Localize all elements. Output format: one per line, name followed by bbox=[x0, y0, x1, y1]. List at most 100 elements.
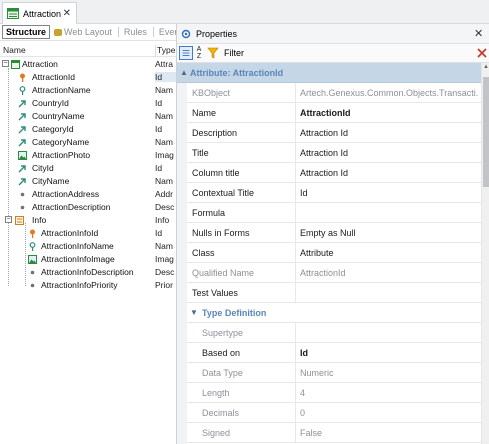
dot-icon bbox=[20, 205, 25, 210]
property-value[interactable]: Attraction Id bbox=[300, 128, 478, 138]
level-icon bbox=[15, 216, 24, 225]
property-row-nulls-in-forms[interactable]: Nulls in Forms Empty as Null bbox=[187, 223, 481, 243]
tree-row-countryname[interactable]: CountryName Nam bbox=[0, 110, 176, 123]
tree-row-attractioninfoimage[interactable]: AttractionInfoImage Imag bbox=[0, 253, 176, 266]
property-key: Supertype bbox=[202, 328, 244, 338]
tree-item-type: Id bbox=[155, 228, 163, 238]
column-divider bbox=[295, 143, 296, 163]
close-icon[interactable]: ✕ bbox=[63, 8, 71, 19]
property-key: Column title bbox=[192, 168, 240, 178]
tree-row-attractionphoto[interactable]: AttractionPhoto Imag bbox=[0, 149, 176, 162]
chevron-down-icon[interactable]: ▼ bbox=[190, 308, 198, 317]
separator bbox=[117, 27, 119, 37]
property-row-signed[interactable]: Signed False bbox=[187, 423, 481, 443]
foreign-key-arrow-icon bbox=[18, 165, 26, 173]
foreign-key-arrow-icon bbox=[18, 126, 26, 134]
property-row-supertype[interactable]: Supertype bbox=[187, 323, 481, 343]
tree-item-name: AttractionAddress bbox=[32, 189, 100, 199]
tree-row-info[interactable]: − Info Info bbox=[0, 214, 176, 227]
property-value[interactable]: Id bbox=[300, 348, 478, 358]
column-divider bbox=[295, 203, 296, 223]
tree-row-attractioninfoname[interactable]: AttractionInfoName Nam bbox=[0, 240, 176, 253]
property-value[interactable]: Id bbox=[300, 188, 478, 198]
property-row-decimals[interactable]: Decimals 0 bbox=[187, 403, 481, 423]
column-header-type[interactable]: Type bbox=[155, 45, 175, 57]
image-icon bbox=[28, 255, 37, 264]
tab-rules[interactable]: Rules bbox=[121, 26, 150, 38]
property-value[interactable]: Empty as Null bbox=[300, 228, 478, 238]
tree-item-type: Nam bbox=[155, 111, 173, 121]
tree-row-categoryid[interactable]: CategoryId Id bbox=[0, 123, 176, 136]
tree-item-name: CategoryId bbox=[32, 124, 74, 134]
property-value[interactable]: Attraction Id bbox=[300, 168, 478, 178]
tree-row-cityname[interactable]: CityName Nam bbox=[0, 175, 176, 188]
tab-structure[interactable]: Structure bbox=[2, 25, 51, 39]
tree-row-countryid[interactable]: CountryId Id bbox=[0, 97, 176, 110]
property-category-header[interactable]: ▲ Attribute: AttractionId bbox=[177, 63, 481, 83]
property-value[interactable]: AttractionId bbox=[300, 108, 478, 118]
property-row-length[interactable]: Length 4 bbox=[187, 383, 481, 403]
dot-icon bbox=[20, 192, 25, 197]
scroll-up-icon[interactable]: ▲ bbox=[483, 64, 489, 70]
filter-icon[interactable] bbox=[207, 47, 219, 59]
tree-row-attractiondescription[interactable]: AttractionDescription Desc bbox=[0, 201, 176, 214]
tree-row-root[interactable]: − Attraction Attra bbox=[0, 58, 176, 71]
column-divider bbox=[295, 223, 296, 243]
tab-label: Attraction bbox=[23, 8, 62, 19]
categorized-icon[interactable] bbox=[179, 46, 193, 60]
property-key: Length bbox=[202, 388, 230, 398]
tree-item-name: CityId bbox=[32, 163, 54, 173]
tree-row-cityid[interactable]: CityId Id bbox=[0, 162, 176, 175]
separator bbox=[152, 27, 154, 37]
tree-item-name: Attraction bbox=[22, 59, 58, 69]
collapse-icon[interactable]: − bbox=[2, 60, 9, 67]
tree-item-name: AttractionPhoto bbox=[32, 150, 91, 160]
filter-label[interactable]: Filter bbox=[224, 48, 244, 58]
subcategory-label: Type Definition bbox=[202, 308, 267, 318]
property-row-data-type[interactable]: Data Type Numeric bbox=[187, 363, 481, 383]
vertical-scrollbar[interactable]: ▲ bbox=[481, 63, 489, 444]
dot-icon bbox=[30, 270, 35, 275]
property-row-kbobject[interactable]: KBObject Artech.Genexus.Common.Objects.T… bbox=[187, 83, 481, 103]
close-icon[interactable]: ✕ bbox=[474, 27, 483, 40]
foreign-key-arrow-icon bbox=[18, 113, 26, 121]
chevron-down-icon[interactable]: ▲ bbox=[180, 68, 188, 77]
tree-item-type: Id bbox=[155, 72, 176, 82]
column-divider bbox=[295, 423, 296, 443]
tree-item-type: Nam bbox=[155, 176, 173, 186]
property-value[interactable]: Attraction Id bbox=[300, 148, 478, 158]
tree-row-attractioninfodescription[interactable]: AttractionInfoDescription Desc bbox=[0, 266, 176, 279]
sort-alphabetical-icon[interactable]: AZ bbox=[194, 46, 204, 60]
property-value[interactable]: Attribute bbox=[300, 248, 478, 258]
tab-web-layout[interactable]: Web Layout bbox=[51, 26, 115, 38]
collapse-icon[interactable]: − bbox=[5, 216, 12, 223]
tree-item-type: Nam bbox=[155, 241, 173, 251]
property-row-name[interactable]: Name AttractionId bbox=[187, 103, 481, 123]
property-row-test-values[interactable]: Test Values bbox=[187, 283, 481, 303]
property-subcategory-header[interactable]: ▼ Type Definition bbox=[187, 303, 481, 323]
property-row-column-title[interactable]: Column title Attraction Id bbox=[187, 163, 481, 183]
property-row-formula[interactable]: Formula bbox=[187, 203, 481, 223]
tree-item-name: AttractionName bbox=[32, 85, 91, 95]
property-row-contextual-title[interactable]: Contextual Title Id bbox=[187, 183, 481, 203]
property-key: KBObject bbox=[192, 88, 231, 98]
property-row-title[interactable]: Title Attraction Id bbox=[187, 143, 481, 163]
property-row-based-on[interactable]: Based on Id bbox=[187, 343, 481, 363]
clear-filter-icon[interactable] bbox=[476, 47, 488, 59]
property-row-class[interactable]: Class Attribute bbox=[187, 243, 481, 263]
property-value: 4 bbox=[300, 388, 306, 398]
scrollbar-thumb[interactable] bbox=[483, 77, 489, 187]
property-row-description[interactable]: Description Attraction Id bbox=[187, 123, 481, 143]
column-header-name[interactable]: Name bbox=[3, 45, 26, 55]
column-divider bbox=[295, 83, 296, 103]
tree-row-attractionname[interactable]: AttractionName Nam bbox=[0, 84, 176, 97]
column-divider bbox=[295, 243, 296, 263]
tree-row-attractioninfopriority[interactable]: AttractionInfoPriority Prior bbox=[0, 279, 176, 292]
tab-attraction[interactable]: Attraction ✕ bbox=[2, 2, 77, 24]
tree-row-attractionid[interactable]: AttractionId Id bbox=[0, 71, 176, 84]
tree-row-categoryname[interactable]: CategoryName Nam bbox=[0, 136, 176, 149]
tree-item-type: Id bbox=[155, 163, 163, 173]
tree-row-attractioninfoid[interactable]: AttractionInfoId Id bbox=[0, 227, 176, 240]
tree-row-attractionaddress[interactable]: AttractionAddress Addr bbox=[0, 188, 176, 201]
property-row-qualified-name[interactable]: Qualified Name AttractionId bbox=[187, 263, 481, 283]
